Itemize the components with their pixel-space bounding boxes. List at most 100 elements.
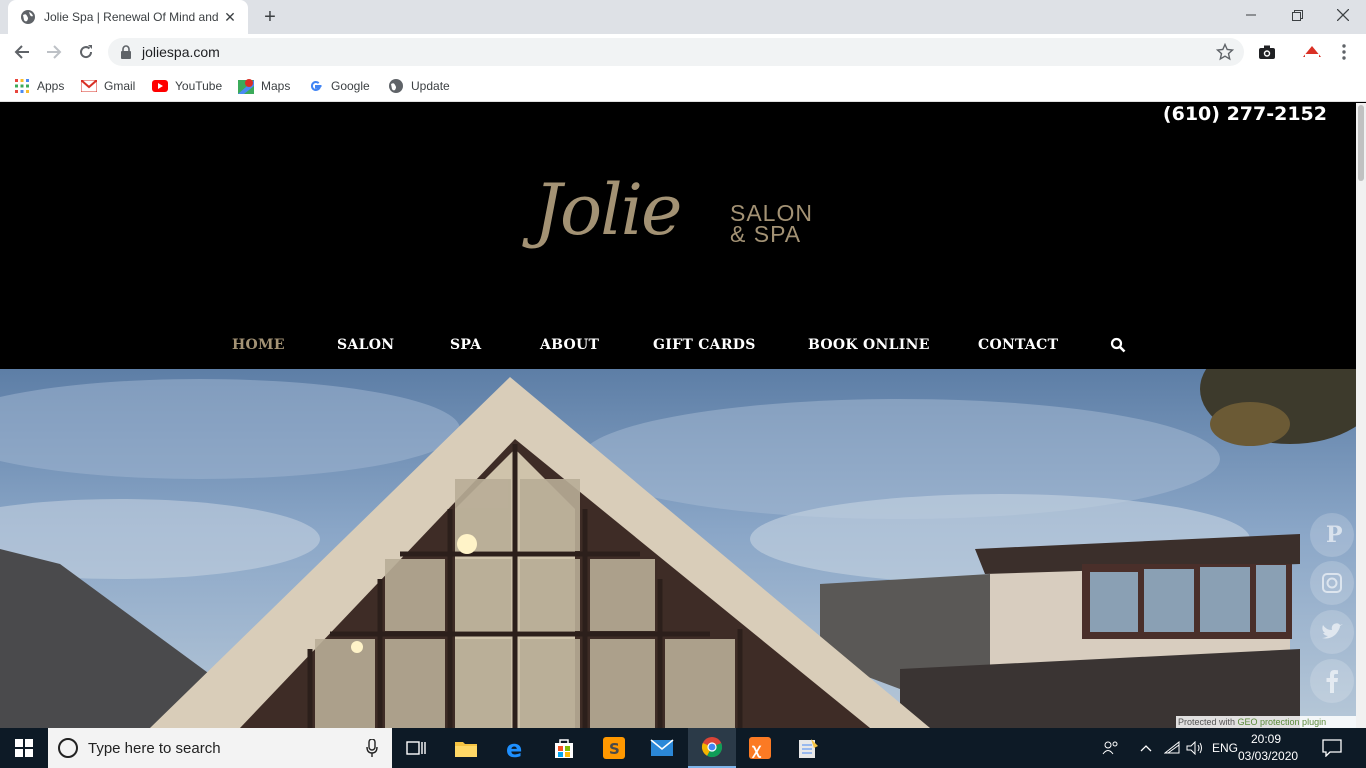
youtube-icon xyxy=(152,78,168,94)
menu-kebab-icon[interactable] xyxy=(1334,42,1354,62)
chrome-button[interactable] xyxy=(688,728,736,768)
apps-grid-icon xyxy=(14,78,30,94)
edge-icon: e xyxy=(506,737,522,759)
arrow-right-icon xyxy=(47,45,62,59)
web-page: (610) 277-2152 Jolie SALON & SPA HOME SAL… xyxy=(0,103,1366,728)
address-bar[interactable]: joliespa.com xyxy=(108,38,1244,66)
mail-button[interactable] xyxy=(638,728,686,768)
bookmark-star-icon[interactable] xyxy=(1216,43,1234,61)
arrow-left-icon xyxy=(14,45,29,59)
reload-icon xyxy=(80,45,93,59)
chrome-icon xyxy=(701,737,723,758)
microphone-icon[interactable] xyxy=(366,739,378,757)
bookmark-apps[interactable]: Apps xyxy=(14,76,64,96)
bookmark-label: Update xyxy=(411,79,450,93)
camera-extension-icon[interactable] xyxy=(1257,42,1277,62)
bookmark-label: Gmail xyxy=(104,79,136,93)
nav-about[interactable]: ABOUT xyxy=(540,337,599,353)
people-icon[interactable] xyxy=(1102,728,1120,768)
phone-number[interactable]: (610) 277-2152 xyxy=(1163,103,1327,125)
edge-button[interactable]: e xyxy=(492,728,540,768)
store-button[interactable] xyxy=(540,728,588,768)
clock-date: 03/03/2020 xyxy=(1238,749,1299,763)
xampp-icon: ꭓ xyxy=(749,737,771,759)
bookmark-label: Google xyxy=(331,79,370,93)
notifications-icon[interactable] xyxy=(1322,728,1342,768)
xampp-button[interactable]: ꭓ xyxy=(736,728,784,768)
nav-book-online[interactable]: BOOK ONLINE xyxy=(808,337,930,353)
maps-icon xyxy=(238,78,254,94)
bookmark-maps[interactable]: Maps xyxy=(238,76,290,96)
windows-logo-icon xyxy=(15,739,33,757)
bookmark-gmail[interactable]: Gmail xyxy=(81,76,135,96)
logo-tagline: SALON & SPA xyxy=(730,202,813,247)
close-icon xyxy=(1337,9,1349,21)
bookmarks-bar: Apps Gmail YouTube Maps Google Update xyxy=(0,70,1366,102)
google-icon xyxy=(308,78,324,94)
logo-wordmark: Jolie xyxy=(534,169,682,251)
folder-icon xyxy=(455,742,477,757)
geo-note-prefix: Protected with xyxy=(1178,717,1238,727)
task-view-button[interactable] xyxy=(392,728,440,768)
new-tab-button[interactable]: + xyxy=(258,6,282,30)
extension-icon[interactable] xyxy=(1302,42,1322,62)
nav-home[interactable]: HOME xyxy=(232,337,285,353)
back-button[interactable] xyxy=(10,40,34,64)
task-view-icon xyxy=(406,741,426,755)
svg-text:e: e xyxy=(506,737,522,759)
wifi-icon[interactable] xyxy=(1164,728,1180,768)
bookmark-label: Apps xyxy=(37,79,65,93)
browser-toolbar: joliespa.com xyxy=(0,34,1366,70)
nav-salon[interactable]: SALON xyxy=(337,337,394,353)
close-tab-icon[interactable]: ✕ xyxy=(222,9,238,26)
lock-icon xyxy=(121,45,131,59)
taskbar-search[interactable]: Type here to search xyxy=(48,728,392,768)
nav-spa[interactable]: SPA xyxy=(450,337,481,353)
nav-gift-cards[interactable]: GIFT CARDS xyxy=(653,337,756,353)
search-icon[interactable] xyxy=(1110,337,1126,353)
bookmark-label: Maps xyxy=(261,79,291,93)
site-logo[interactable]: Jolie SALON & SPA xyxy=(534,169,824,293)
facebook-icon[interactable] xyxy=(1310,659,1354,703)
sublime-text-icon: S xyxy=(603,737,625,759)
browser-tab[interactable]: Jolie Spa | Renewal Of Mind and ✕ xyxy=(8,0,248,34)
tab-title: Jolie Spa | Renewal Of Mind and xyxy=(44,10,219,24)
forward-button[interactable] xyxy=(42,40,66,64)
close-window-button[interactable] xyxy=(1320,0,1366,30)
nav-contact[interactable]: CONTACT xyxy=(978,337,1058,353)
twitter-icon[interactable] xyxy=(1310,610,1354,654)
chevron-up-icon[interactable] xyxy=(1140,728,1152,768)
bookmark-label: YouTube xyxy=(175,79,223,93)
start-button[interactable] xyxy=(0,728,48,768)
pinterest-icon[interactable]: P xyxy=(1310,513,1354,557)
volume-icon[interactable] xyxy=(1186,728,1204,768)
windows-taskbar: Type here to search e S ꭓ ENG 20:09 03/0… xyxy=(0,728,1366,768)
bookmark-update[interactable]: Update xyxy=(388,76,450,96)
restore-icon xyxy=(1291,9,1303,21)
file-explorer-button[interactable] xyxy=(442,728,490,768)
geo-protection-link[interactable]: GEO protection plugin xyxy=(1238,717,1327,727)
instagram-icon[interactable] xyxy=(1310,561,1354,605)
building-photo xyxy=(0,369,1356,728)
main-navigation: HOME SALON SPA ABOUT GIFT CARDS BOOK ONL… xyxy=(0,328,1366,368)
notepad-button[interactable] xyxy=(784,728,832,768)
globe-icon xyxy=(388,78,404,94)
system-clock[interactable]: 20:09 03/03/2020 xyxy=(1238,731,1299,765)
minimize-icon xyxy=(1246,14,1256,16)
notepad-icon xyxy=(799,739,818,758)
minimize-button[interactable] xyxy=(1228,0,1274,30)
language-indicator[interactable]: ENG xyxy=(1212,728,1238,768)
logo-line-spa: & SPA xyxy=(730,221,802,247)
sublime-text-button[interactable]: S xyxy=(590,728,638,768)
svg-text:S: S xyxy=(609,740,620,758)
scrollbar-thumb[interactable] xyxy=(1358,105,1364,181)
bookmark-youtube[interactable]: YouTube xyxy=(152,76,222,96)
restore-button[interactable] xyxy=(1274,0,1320,30)
hero-image xyxy=(0,369,1356,728)
reload-button[interactable] xyxy=(74,40,98,64)
url-text: joliespa.com xyxy=(142,44,220,60)
page-scrollbar[interactable] xyxy=(1356,103,1366,728)
tab-strip: Jolie Spa | Renewal Of Mind and ✕ + xyxy=(0,0,1366,34)
cortana-icon xyxy=(58,738,78,758)
bookmark-google[interactable]: Google xyxy=(308,76,370,96)
